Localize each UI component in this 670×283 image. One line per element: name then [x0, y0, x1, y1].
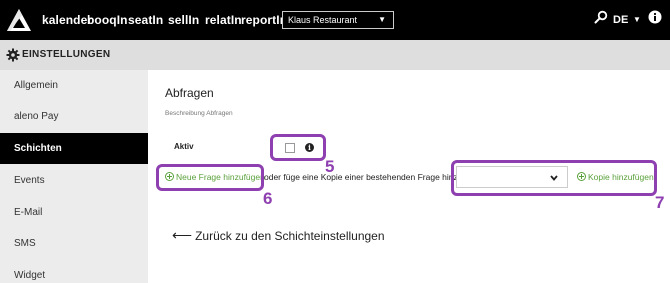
annotation-box-5 — [270, 134, 326, 161]
copy-question-text: oder füge eine Kopie einer bestehenden F… — [264, 172, 465, 182]
nav-kalender[interactable]: kalender — [42, 0, 92, 40]
restaurant-select-value: Klaus Restaurant — [288, 15, 358, 25]
nav-seatin[interactable]: seatIn — [128, 0, 163, 40]
annotation-number-7: 7 — [655, 193, 665, 212]
aktiv-label: Aktiv — [174, 142, 194, 151]
sidebar-item-sms[interactable]: SMS — [0, 228, 148, 259]
gear-icon — [6, 48, 20, 62]
arrow-left-icon: ⟵ — [172, 227, 193, 243]
back-link-label: Zurück zu den Schichteinstellungen — [195, 229, 385, 243]
logo-icon[interactable] — [6, 7, 32, 33]
top-navigation-bar: kalender booqIn seatIn sellIn relatIn re… — [0, 0, 670, 40]
nav-sellin[interactable]: sellIn — [168, 0, 199, 40]
section-description: Beschreibung Abfragen — [165, 110, 233, 117]
chevron-down-icon: ▼ — [378, 15, 386, 24]
annotation-number-5: 5 — [325, 157, 335, 176]
nav-relatin[interactable]: relatIn — [205, 0, 242, 40]
nav-booqin[interactable]: booqIn — [87, 0, 128, 40]
settings-title: EINSTELLUNGEN — [22, 49, 111, 60]
sidebar-item-e-mail[interactable]: E-Mail — [0, 197, 148, 228]
sidebar-item-events[interactable]: Events — [0, 165, 148, 196]
section-title: Abfragen — [165, 86, 214, 100]
annotation-number-6: 6 — [263, 189, 273, 208]
settings-header: EINSTELLUNGEN — [0, 40, 670, 70]
info-icon[interactable] — [648, 10, 662, 24]
nav-reportin[interactable]: reportIn — [241, 0, 287, 40]
search-icon[interactable] — [594, 10, 608, 24]
sidebar-item-allgemein[interactable]: Allgemein — [0, 70, 148, 101]
settings-sidebar: Allgemein aleno Pay Schichten Events E-M… — [0, 70, 148, 283]
back-to-shift-settings-link[interactable]: ⟵ Zurück zu den Schichteinstellungen — [172, 227, 385, 244]
restaurant-select[interactable]: Klaus Restaurant ▼ — [282, 11, 394, 29]
language-selector[interactable]: DE — [613, 0, 628, 40]
sidebar-item-schichten[interactable]: Schichten — [0, 133, 148, 164]
annotation-box-7 — [451, 160, 657, 196]
sidebar-item-aleno-pay[interactable]: aleno Pay — [0, 101, 148, 132]
annotation-box-6 — [156, 164, 264, 191]
sidebar-item-widget[interactable]: Widget — [0, 260, 148, 283]
language-chevron-down-icon[interactable]: ▼ — [633, 0, 641, 40]
